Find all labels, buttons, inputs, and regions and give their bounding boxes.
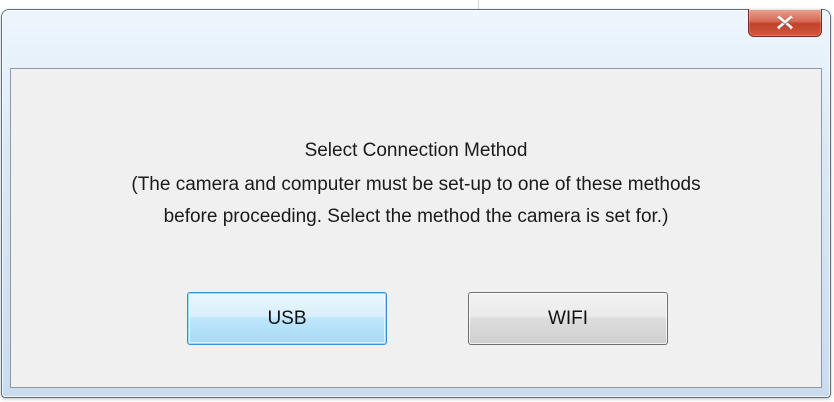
dialog-instruction-line-1: (The camera and computer must be set-up … bbox=[131, 174, 701, 195]
wifi-button[interactable]: WIFI bbox=[468, 292, 668, 345]
dialog-client-area: Select Connection Method (The camera and… bbox=[10, 68, 822, 388]
close-button[interactable] bbox=[748, 9, 822, 37]
usb-button[interactable]: USB bbox=[187, 292, 387, 345]
dialog-instruction-line-2: before proceeding. Select the method the… bbox=[163, 206, 669, 227]
dialog-title-text: Select Connection Method bbox=[304, 140, 528, 161]
close-icon bbox=[777, 15, 793, 30]
connection-method-dialog: Select Connection Method (The camera and… bbox=[1, 9, 831, 398]
